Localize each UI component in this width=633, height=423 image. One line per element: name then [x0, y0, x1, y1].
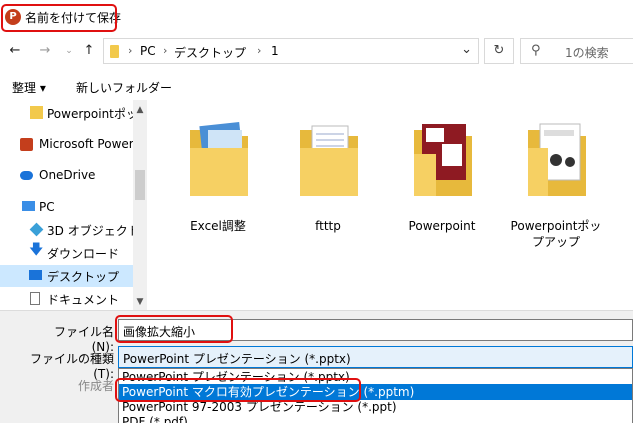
command-bar: 整理 ▾ 新しいフォルダー: [0, 72, 633, 100]
filetype-option[interactable]: PDF (*.pdf): [119, 414, 632, 423]
folder-icon: [30, 106, 43, 119]
sidebar-item-label: ダウンロード: [47, 247, 120, 261]
document-icon: [30, 292, 40, 305]
breadcrumb-separator: ›: [128, 44, 133, 57]
sidebar-item-downloads[interactable]: 🡇 ダウンロード: [0, 242, 133, 264]
sidebar-item-microsoft-powerpoint[interactable]: Microsoft PowerPo: [0, 134, 133, 156]
breadcrumb-pc[interactable]: PC: [140, 44, 156, 58]
sidebar-item-label: PC: [39, 200, 55, 214]
sidebar-item-label: デスクトップ: [47, 270, 120, 284]
navigation-bar: ← → ⌄ ↑ › PC › デスクトップ › 1 ⌄ ↻ ⚲ 1の検索: [0, 36, 633, 66]
desktop-icon: [29, 270, 42, 280]
sidebar-item-documents[interactable]: ドキュメント: [0, 288, 133, 310]
folder-icon: [190, 122, 248, 196]
breadcrumb-folder-1[interactable]: 1: [271, 44, 279, 58]
download-icon: 🡇: [29, 242, 44, 258]
folder-item-ftttp[interactable]: ftttp: [278, 114, 378, 244]
sidebar-item-label: Powerpointポップ: [47, 107, 133, 121]
breadcrumb-separator: ›: [163, 44, 168, 57]
computer-icon: [22, 201, 35, 211]
save-form-panel: ファイル名(N): 画像拡大縮小 ファイルの種類(T): PowerPoint …: [0, 310, 633, 423]
sidebar-item-label: Microsoft PowerPo: [39, 137, 133, 151]
folder-label: ftttp: [315, 219, 341, 233]
breadcrumb-separator: ›: [257, 44, 262, 57]
filetype-select[interactable]: PowerPoint プレゼンテーション (*.pptx): [118, 346, 633, 368]
cube-icon: [29, 222, 44, 237]
sidebar-item-label: ドキュメント: [47, 293, 120, 307]
sidebar-item-label: 3D オブジェクト: [47, 224, 133, 238]
title-highlight-box: [1, 4, 117, 32]
folder-icon: [414, 124, 472, 196]
address-bar[interactable]: › PC › デスクトップ › 1 ⌄: [103, 38, 479, 64]
new-folder-button[interactable]: 新しいフォルダー: [76, 79, 172, 96]
sidebar-item-onedrive[interactable]: OneDrive: [0, 165, 133, 187]
up-arrow-icon[interactable]: ↑: [80, 43, 98, 59]
address-dropdown-icon[interactable]: ⌄: [461, 42, 472, 57]
organize-button[interactable]: 整理 ▾: [12, 79, 46, 96]
sidebar-item-3d-objects[interactable]: 3D オブジェクト: [0, 219, 133, 241]
folder-label: Powerpointポップアップ: [510, 219, 602, 249]
folder-item-excel[interactable]: Excel調整: [168, 114, 268, 244]
powerpoint-icon: [20, 138, 33, 151]
folder-label: Excel調整: [190, 219, 246, 233]
folder-icon: [300, 125, 358, 196]
filename-highlight-box: [115, 315, 233, 343]
sidebar-item-desktop[interactable]: デスクトップ: [0, 265, 133, 287]
sidebar-scrollbar[interactable]: [133, 100, 147, 310]
search-placeholder: 1の検索: [565, 46, 609, 60]
back-arrow-icon[interactable]: ←: [6, 43, 24, 59]
scroll-up-arrow-icon[interactable]: ▲: [133, 103, 147, 117]
sidebar-item-powerpoint-pop[interactable]: Powerpointポップ: [0, 102, 133, 124]
sidebar-item-label: OneDrive: [39, 168, 96, 182]
macro-option-highlight-box: [115, 378, 361, 402]
navigation-pane: Powerpointポップ Microsoft PowerPo OneDrive…: [0, 100, 148, 310]
folder-icon: [110, 45, 119, 58]
sidebar-item-pc[interactable]: PC: [0, 197, 133, 219]
scroll-down-arrow-icon[interactable]: ▼: [133, 295, 147, 309]
forward-arrow-icon[interactable]: →: [36, 43, 54, 59]
refresh-icon[interactable]: ↻: [484, 38, 514, 64]
folder-item-powerpoint-popup[interactable]: Powerpointポップアップ: [506, 114, 606, 249]
folder-item-powerpoint[interactable]: Powerpoint: [392, 114, 492, 244]
breadcrumb-desktop[interactable]: デスクトップ: [174, 44, 246, 61]
sidebar-scroll-thumb[interactable]: [135, 170, 145, 200]
cloud-icon: [20, 171, 33, 180]
search-input[interactable]: ⚲ 1の検索: [520, 38, 633, 64]
author-label: 作成者: [77, 379, 114, 393]
folder-label: Powerpoint: [408, 219, 476, 233]
folder-icon: [528, 123, 586, 196]
file-list: Excel調整 ftttp Powerpoint Powerpointポップアッ…: [150, 100, 633, 310]
recent-dropdown-chevron-icon[interactable]: ⌄: [60, 43, 78, 59]
search-icon: ⚲: [531, 43, 541, 58]
